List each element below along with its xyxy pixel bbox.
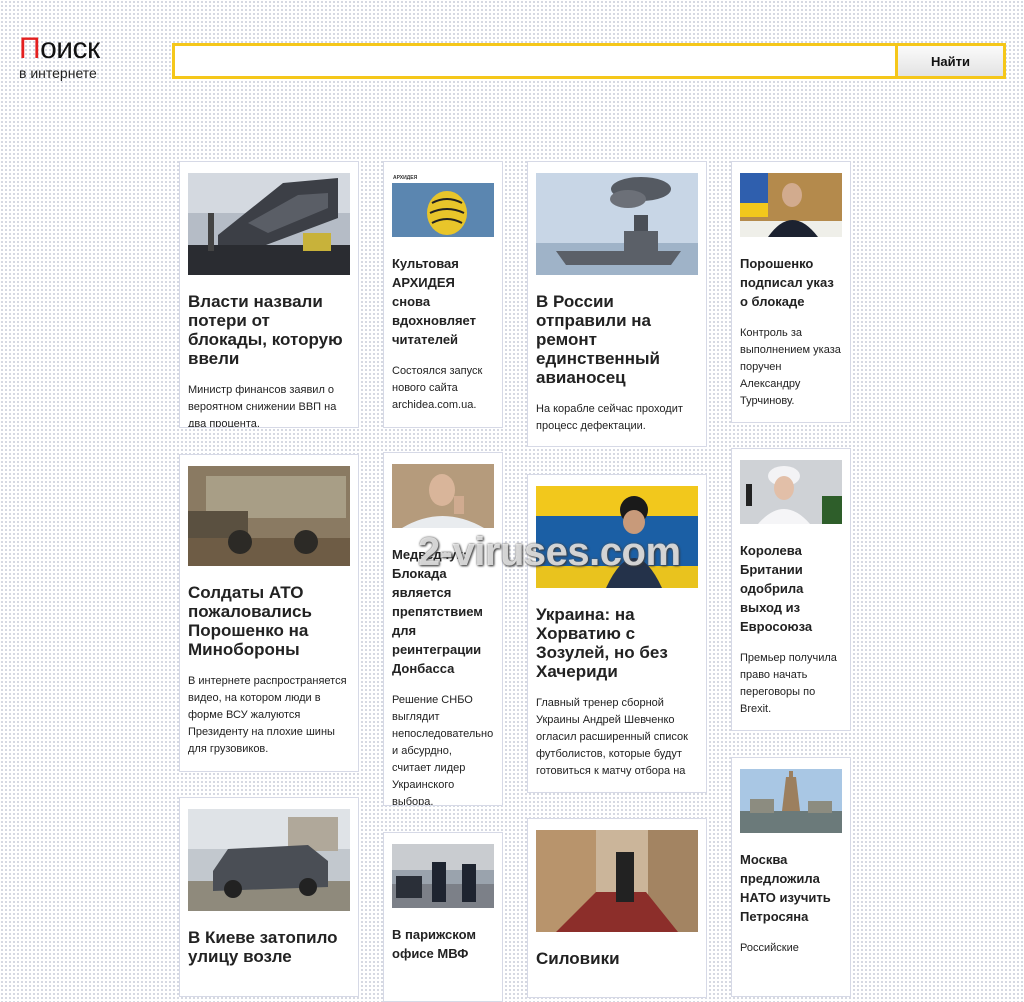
news-description: Контроль за выполнением указа поручен Ал… [740, 327, 841, 407]
news-description: Премьер получила право начать переговоры… [740, 652, 837, 715]
news-card[interactable]: Силовики [527, 818, 707, 998]
news-image-flood [188, 809, 350, 911]
news-image-corridor [536, 830, 698, 932]
news-title: Культовая АРХИДЕЯ снова вдохновляет чита… [392, 256, 476, 347]
news-image-aircraft-carrier [536, 173, 698, 275]
news-image-poroshenko [740, 173, 842, 237]
news-card[interactable]: В России отправили на ремонт единственны… [527, 161, 707, 447]
search-input[interactable] [175, 46, 895, 76]
news-title: Москва предложила НАТО изучить Петросяна [740, 852, 831, 924]
news-description: Главный тренер сборной Украины Андрей Ше… [536, 697, 688, 777]
watermark: 2-viruses.com [418, 530, 681, 574]
news-title: Власти назвали потери от блокады, котору… [188, 292, 343, 368]
search-bar: Найти [172, 43, 1006, 79]
news-description: Решение СНБО выглядит непоследовательно … [392, 694, 494, 806]
news-card[interactable]: Порошенко подписал указ о блокаде Контро… [731, 161, 851, 423]
news-title: В Киеве затопило улицу возле [188, 928, 338, 966]
news-title: В парижском офисе МВФ [392, 927, 477, 961]
news-description: В интернете распространяется видео, на к… [188, 675, 347, 755]
news-title: В России отправили на ремонт единственны… [536, 292, 660, 387]
news-title: Украина: на Хорватию с Зозулей, но без Х… [536, 605, 668, 681]
news-card[interactable]: Москва предложила НАТО изучить Петросяна… [731, 757, 851, 997]
news-card[interactable]: АРХИДЕЯ Культовая АРХИДЕЯ снова вдохновл… [383, 161, 503, 428]
site-logo[interactable]: Поиск в интернете [19, 32, 100, 81]
news-card[interactable]: Медведчук: Блокада является препятствием… [383, 452, 503, 806]
news-description: На корабле сейчас проходит процесс дефек… [536, 403, 683, 432]
news-description: Состоялся запуск нового сайта archidea.c… [392, 365, 483, 411]
news-image-moscow [740, 769, 842, 833]
logo-subtitle: в интернете [19, 65, 97, 81]
news-image-police [392, 844, 494, 908]
search-button[interactable]: Найти [895, 46, 1003, 76]
news-image-medvedchuk [392, 464, 494, 528]
news-image-quarry [188, 173, 350, 275]
archidea-caption: АРХИДЕЯ [393, 175, 418, 181]
news-card[interactable]: Украина: на Хорватию с Зозулей, но без Х… [527, 474, 707, 793]
news-card[interactable]: Королева Британии одобрила выход из Евро… [731, 448, 851, 731]
news-title: Силовики [536, 949, 620, 968]
news-card[interactable]: Солдаты АТО пожаловались Порошенко на Ми… [179, 454, 359, 772]
news-title: Королева Британии одобрила выход из Евро… [740, 543, 813, 634]
news-card[interactable]: В Киеве затопило улицу возле [179, 797, 359, 997]
news-image-archidea: АРХИДЕЯ [392, 173, 494, 237]
news-description: Министр финансов заявил о вероятном сниж… [188, 384, 337, 428]
news-description: Российские [740, 942, 799, 954]
news-title: Порошенко подписал указ о блокаде [740, 256, 834, 309]
news-image-queen [740, 460, 842, 524]
news-card[interactable]: В парижском офисе МВФ [383, 832, 503, 1002]
news-image-truck [188, 466, 350, 566]
news-title: Солдаты АТО пожаловались Порошенко на Ми… [188, 583, 312, 659]
news-card[interactable]: Власти назвали потери от блокады, котору… [179, 161, 359, 428]
logo-title: Поиск [19, 32, 100, 65]
